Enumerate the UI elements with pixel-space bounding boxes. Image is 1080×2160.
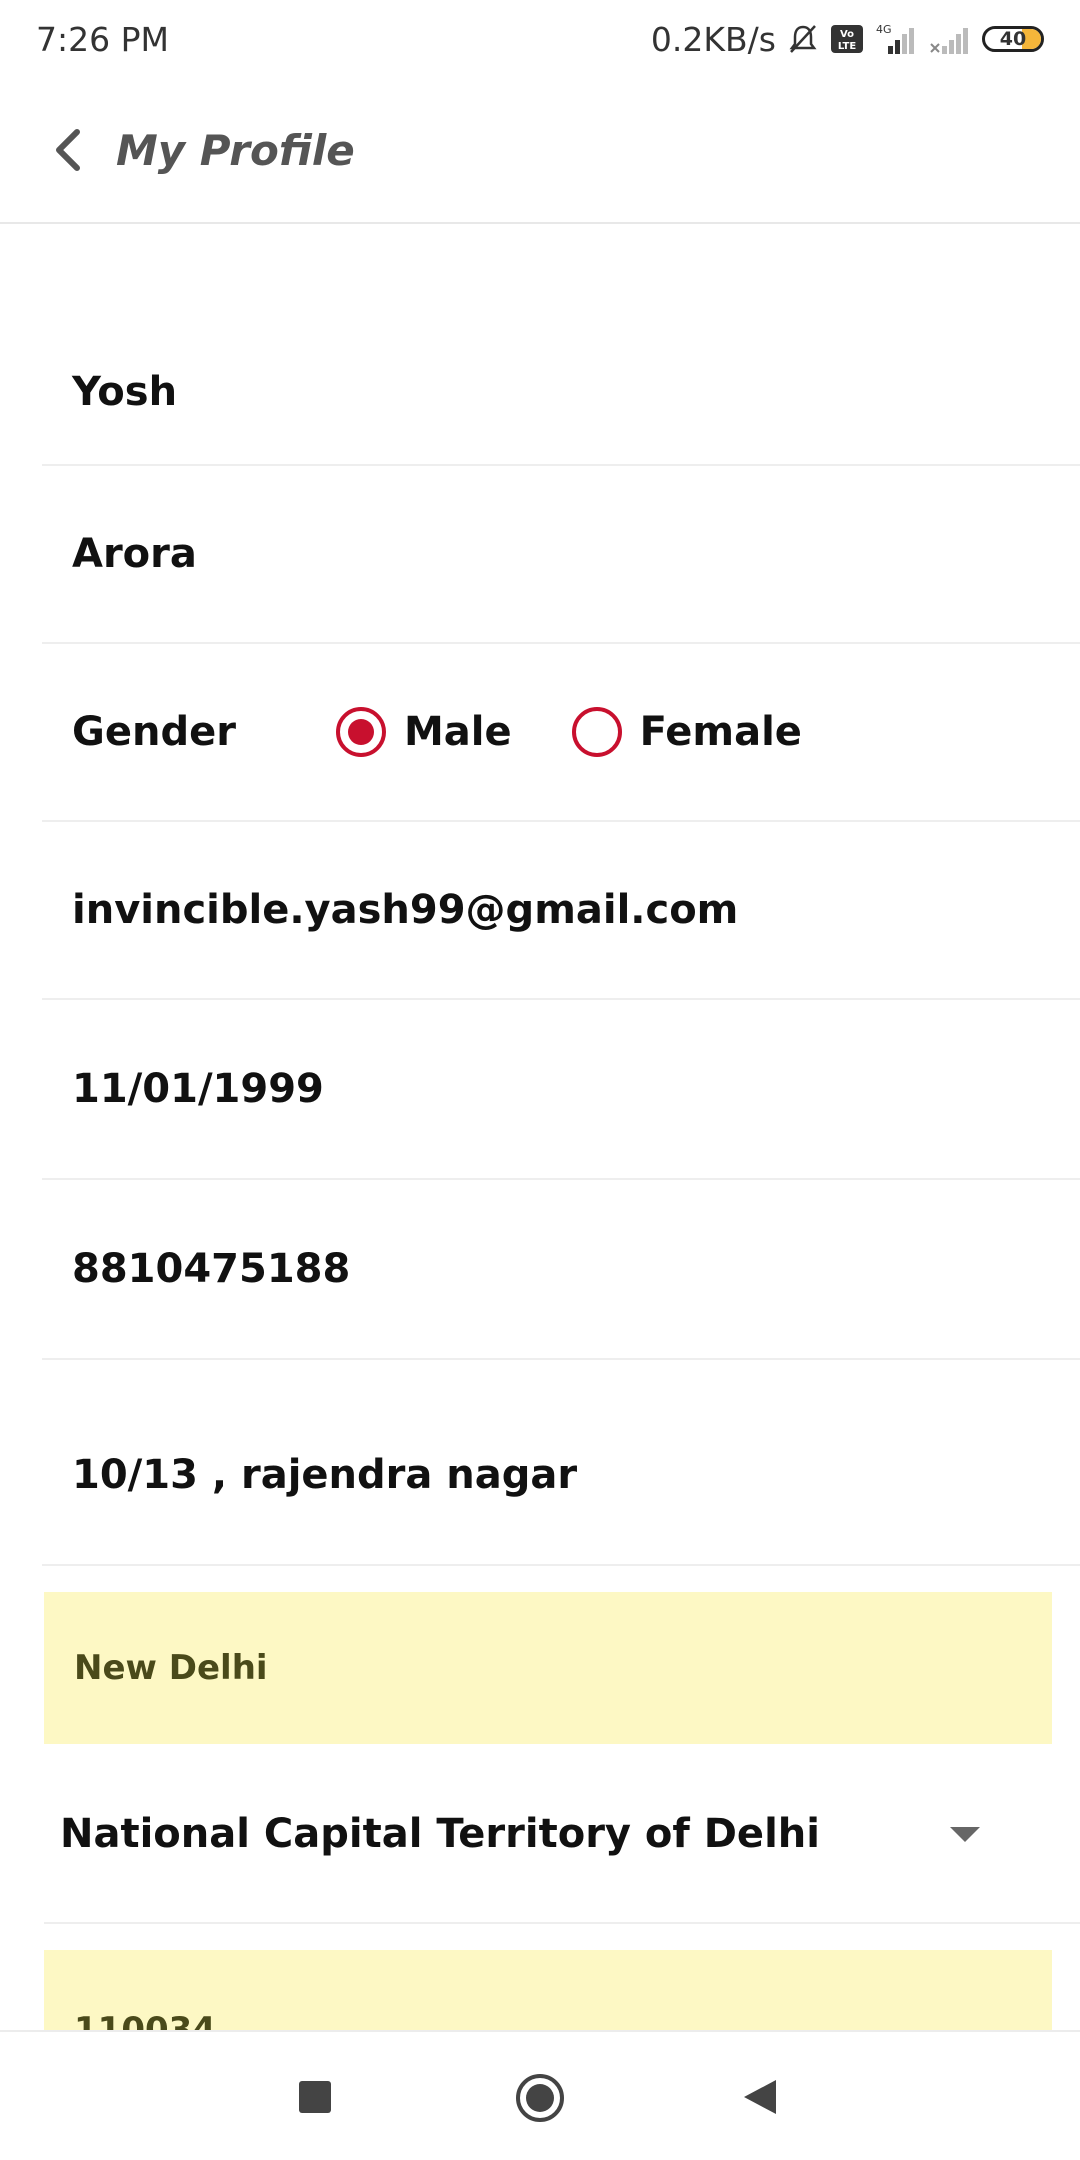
chevron-left-icon[interactable] [44, 125, 94, 175]
email-value: invincible.yash99@gmail.com [72, 887, 739, 933]
square-recents-icon[interactable] [298, 2080, 332, 2118]
dob-value: 11/01/1999 [72, 1066, 324, 1112]
svg-text:4G: 4G [876, 23, 892, 36]
circle-home-icon[interactable] [514, 2072, 566, 2128]
volte-icon: Vo LTE [830, 22, 864, 56]
triangle-back-icon[interactable] [742, 2078, 778, 2120]
system-nav-bar [0, 2030, 1080, 2160]
state-value: National Capital Territory of Delhi [60, 1811, 820, 1857]
phone-field[interactable]: 8810475188 [42, 1180, 1080, 1360]
silent-bell-icon [786, 22, 820, 56]
dropdown-arrow-icon [950, 1826, 980, 1842]
radio-unselected-icon[interactable] [571, 707, 622, 757]
gender-row: Gender Male Female [42, 644, 1080, 822]
address-field[interactable]: 10/13 , rajendra nagar [42, 1360, 1080, 1566]
email-field[interactable]: invincible.yash99@gmail.com [42, 822, 1080, 1000]
phone-value: 8810475188 [72, 1246, 351, 1292]
last-name-field[interactable]: Arora [42, 466, 1080, 644]
radio-selected-icon[interactable] [335, 707, 386, 757]
last-name-value: Arora [72, 531, 197, 577]
city-field[interactable]: New Delhi [44, 1592, 1052, 1744]
gender-option-female[interactable]: Female [571, 707, 802, 757]
status-bar: 7:26 PM 0.2KB/s Vo LTE 4G 40 [0, 0, 1080, 78]
4g-signal-icon: 4G [874, 22, 918, 56]
address-value: 10/13 , rajendra nagar [72, 1452, 578, 1498]
female-label: Female [639, 709, 802, 755]
gender-label: Gender [72, 709, 236, 755]
first-name-value: Yosh [72, 369, 178, 415]
network-speed: 0.2KB/s [650, 19, 776, 59]
male-label: Male [403, 709, 512, 755]
status-time: 7:26 PM [36, 19, 169, 59]
no-signal-icon [928, 22, 972, 56]
status-icons: 0.2KB/s Vo LTE 4G 40 [651, 20, 1044, 59]
app-bar: My Profile [0, 78, 1080, 224]
gender-option-male[interactable]: Male [335, 707, 512, 757]
page-title: My Profile [116, 125, 355, 175]
battery-icon: 40 [982, 26, 1044, 52]
city-value: New Delhi [74, 1648, 268, 1688]
state-dropdown[interactable]: National Capital Territory of Delhi [44, 1746, 1080, 1924]
svg-text:Vo: Vo [840, 29, 854, 40]
svg-text:LTE: LTE [838, 41, 857, 52]
dob-field[interactable]: 11/01/1999 [42, 1000, 1080, 1180]
first-name-field[interactable]: Yosh [42, 300, 1080, 466]
battery-level: 40 [999, 28, 1027, 50]
gender-radio-group: Male Female [335, 707, 862, 757]
